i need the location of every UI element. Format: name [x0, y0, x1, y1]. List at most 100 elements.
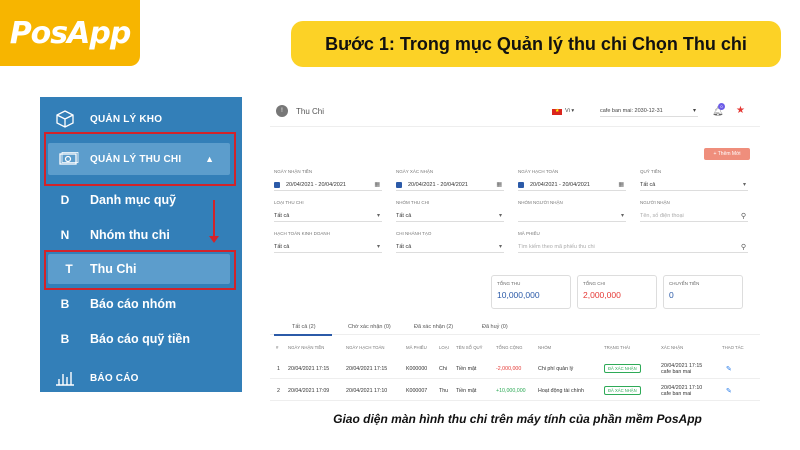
col-header: Ngày hạch toán	[346, 344, 385, 350]
sidebar-item-danh-muc-quy[interactable]: D Danh mục quỹ	[40, 187, 242, 213]
select-quy-tien[interactable]: Tất cả ▾	[640, 179, 748, 191]
field-value: Tất cả	[274, 243, 290, 250]
box-icon	[40, 109, 90, 129]
checkbox-icon[interactable]	[274, 181, 280, 188]
chevron-down-icon: ▾	[742, 182, 746, 188]
calendar-icon: ▦	[618, 182, 624, 188]
sidebar-item-letter: B	[60, 297, 70, 311]
stat-value: 2,000,000	[583, 290, 621, 300]
cell-nhom: Hoạt động tài chính	[538, 387, 584, 394]
posapp-logo: PosApp	[0, 0, 140, 66]
highlight-quan-ly-thu-chi	[44, 132, 236, 186]
arrow-down	[213, 200, 215, 238]
sidebar-item-nhom-thu-chi[interactable]: N Nhóm thu chi	[40, 222, 242, 248]
language-value: Vi	[565, 108, 570, 114]
col-header: Nhóm	[538, 344, 552, 350]
tab-da-xac-nhan[interactable]: Đã xác nhận (2)	[414, 324, 453, 330]
cell-so-quy: Tiền mặt	[456, 387, 477, 394]
cell-trang-thai: ĐÃ XÁC NHẬN	[604, 381, 641, 400]
filter-label: Quỹ tiền	[640, 169, 662, 174]
col-header: Trạng thái	[604, 344, 630, 350]
checkbox-icon[interactable]	[518, 181, 524, 188]
cell-loai: Chi	[439, 365, 447, 372]
chevron-down-icon: ▾	[692, 108, 696, 114]
cell-xac-nhan: 20/04/2021 17:15 cafe ban mai	[661, 359, 702, 378]
status-badge: ĐÃ XÁC NHẬN	[604, 364, 641, 373]
field-value: Tất cả	[640, 181, 656, 188]
shop-select[interactable]: cafe ban mai: 2030-12-31 ▾	[600, 104, 698, 117]
search-icon[interactable]: ⚲	[741, 243, 746, 251]
select-nhom-nguoi-nhan[interactable]: ▾	[518, 210, 626, 222]
date-range-ngay-nhan-tien[interactable]: 20/04/2021 - 20/04/2021 ▦	[274, 179, 382, 191]
input-nguoi-nhan[interactable]: Tên, số điện thoại ⚲	[640, 210, 748, 222]
chevron-down-icon: ▾	[376, 213, 380, 219]
col-header: Ngày nhận tiền	[288, 344, 325, 350]
tab-tat-ca[interactable]: Tất cả (2)	[292, 324, 316, 330]
active-tab-indicator	[274, 334, 332, 336]
add-new-button[interactable]: + Thêm Mới	[704, 148, 750, 160]
input-ma-phieu[interactable]: Tìm kiếm theo mã phiếu thu chi ⚲	[518, 241, 748, 253]
sidebar-item-label: Danh mục quỹ	[90, 193, 177, 207]
col-header: Loại	[439, 344, 449, 350]
sidebar-item-bao-cao-quy-tien[interactable]: B Báo cáo quỹ tiền	[40, 326, 242, 352]
info-icon[interactable]: !	[276, 105, 288, 117]
tab-da-huy[interactable]: Đã huỷ (0)	[482, 324, 508, 330]
select-nhom-thu-chi[interactable]: Tất cả ▾	[396, 210, 504, 222]
checkbox-icon[interactable]	[396, 181, 402, 188]
select-hach-toan-kinh-doanh[interactable]: Tất cả ▾	[274, 241, 382, 253]
edit-icon[interactable]: ✎	[726, 359, 732, 378]
stat-value: 10,000,000	[497, 290, 540, 300]
star-icon[interactable]: ★	[736, 105, 745, 116]
table-row[interactable]: 2 20/04/2021 17:09 20/04/2021 17:10 K000…	[270, 381, 760, 401]
cell-tong-cong: -2,000,000	[496, 365, 522, 372]
tab-cho-xac-nhan[interactable]: Chờ xác nhận (0)	[348, 324, 391, 330]
filter-label: Chi nhánh tạo	[396, 231, 432, 236]
filter-label: Hạch toán kinh doanh	[274, 231, 330, 236]
app-screen: ! Thu Chi Vi ▾ cafe ban mai: 2030-12-31 …	[270, 97, 760, 407]
cell-nhom: Chi phí quản lý	[538, 365, 574, 372]
stat-label: Tổng thu	[497, 281, 521, 286]
col-header: Xác nhận	[661, 344, 684, 350]
cell-no: 2	[277, 387, 280, 394]
bar-chart-icon	[40, 370, 90, 386]
filter-label: Nhóm thu chi	[396, 200, 430, 205]
select-loai-thu-chi[interactable]: Tất cả ▾	[274, 210, 382, 222]
cell-tong-cong: +10,000,000	[496, 387, 526, 394]
arrow-head	[209, 236, 219, 243]
sidebar-item-bao-cao-nhom[interactable]: B Báo cáo nhóm	[40, 291, 242, 317]
cell-ma-phieu: K000007	[406, 387, 428, 394]
field-value: Tất cả	[274, 212, 290, 219]
filter-label: Ngày hạch toán	[518, 169, 559, 174]
stat-label: Chuyển tiền	[669, 281, 700, 286]
field-placeholder: Tên, số điện thoại	[640, 212, 684, 219]
edit-icon[interactable]: ✎	[726, 381, 732, 400]
sidebar-item-letter: N	[60, 228, 70, 242]
cell-ma-phieu: K000000	[406, 365, 428, 372]
caption: Giao diện màn hình thu chi trên máy tính…	[333, 412, 702, 426]
field-value: Tất cả	[396, 212, 412, 219]
search-icon[interactable]: ⚲	[741, 212, 746, 220]
vietnam-flag-icon[interactable]	[552, 108, 562, 115]
logo-text: PosApp	[9, 15, 132, 51]
sidebar-item-quan-ly-kho[interactable]: QUẢN LÝ KHO	[40, 105, 242, 133]
cell-ngay-hach-toan: 20/04/2021 17:10	[346, 387, 388, 394]
sidebar-item-bao-cao[interactable]: BÁO CÁO	[40, 365, 242, 391]
cell-ngay-nhan: 20/04/2021 17:15	[288, 365, 330, 372]
cell-xac-nhan: 20/04/2021 17:10 cafe ban mai	[661, 381, 702, 400]
select-chi-nhanh-tao[interactable]: Tất cả ▾	[396, 241, 504, 253]
cell-loai: Thu	[439, 387, 449, 394]
table-row[interactable]: 1 20/04/2021 17:15 20/04/2021 17:15 K000…	[270, 359, 760, 379]
date-range-ngay-xac-nhan[interactable]: 20/04/2021 - 20/04/2021 ▦	[396, 179, 504, 191]
stat-label: Tổng chi	[583, 281, 605, 286]
shop-value: cafe ban mai: 2030-12-31	[600, 108, 663, 114]
date-range-ngay-hach-toan[interactable]: 20/04/2021 - 20/04/2021 ▦	[518, 179, 626, 191]
col-header: #	[276, 344, 279, 350]
col-header: Tổng cộng	[496, 344, 523, 350]
stat-tong-thu: Tổng thu 10,000,000	[491, 275, 571, 309]
sidebar-item-label: QUẢN LÝ KHO	[90, 113, 163, 125]
sidebar-item-label: BÁO CÁO	[90, 372, 139, 384]
chevron-down-icon: ▾	[376, 244, 380, 250]
language-select[interactable]: Vi ▾	[565, 108, 574, 114]
cell-ngay-hach-toan: 20/04/2021 17:15	[346, 365, 388, 372]
filter-label: Loại thu chi	[274, 200, 304, 205]
